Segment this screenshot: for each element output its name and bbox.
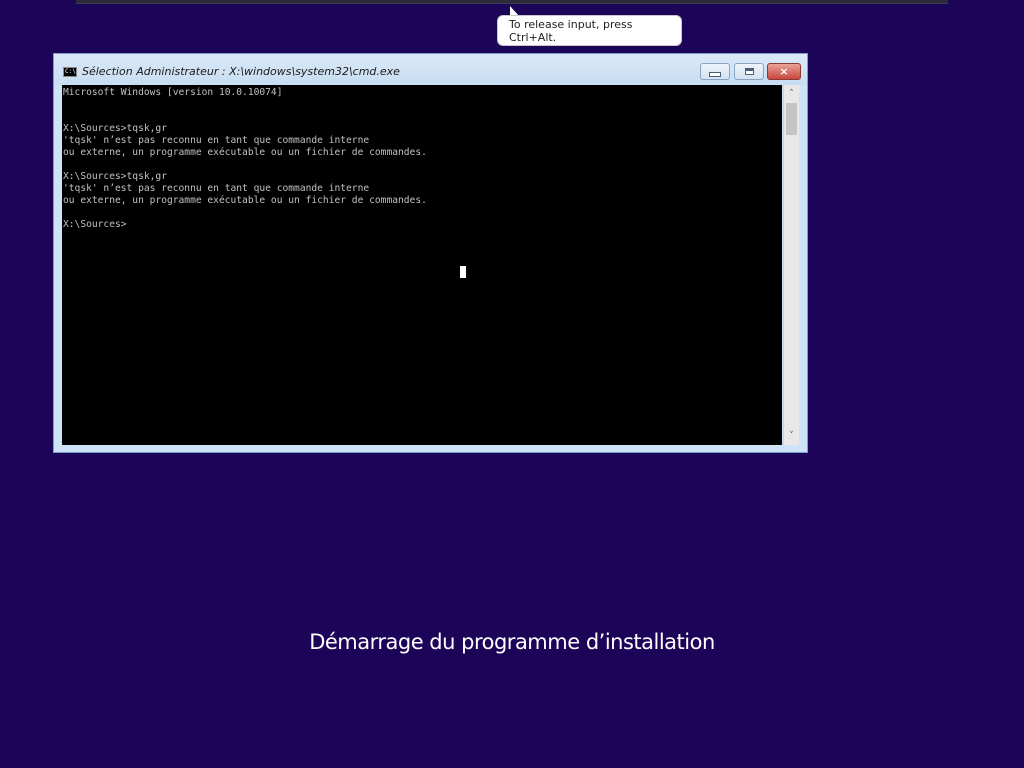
console-output[interactable]: Microsoft Windows [version 10.0.10074] X… xyxy=(62,85,782,445)
setup-desktop: To release input, press Ctrl+Alt. C:\ Sé… xyxy=(0,0,1024,768)
console-line: X:\Sources>tqsk,gr xyxy=(63,171,167,182)
text-cursor xyxy=(460,266,466,278)
scroll-down-icon[interactable]: ˅ xyxy=(784,428,799,444)
release-input-tooltip: To release input, press Ctrl+Alt. xyxy=(497,15,682,46)
vertical-scrollbar[interactable]: ˄ ˅ xyxy=(783,85,799,445)
close-icon: × xyxy=(779,65,789,78)
scroll-thumb[interactable] xyxy=(786,103,797,135)
close-button[interactable]: × xyxy=(767,63,801,80)
window-title: Sélection Administrateur : X:\windows\sy… xyxy=(82,65,400,78)
console-line: 'tqsk' n’est pas reconnu en tant que com… xyxy=(63,183,370,194)
console-line: ou externe, un programme exécutable ou u… xyxy=(63,195,427,206)
console-prompt[interactable]: X:\Sources> xyxy=(63,219,127,231)
maximize-button[interactable] xyxy=(734,63,764,80)
cmd-window[interactable]: C:\ Sélection Administrateur : X:\window… xyxy=(53,53,808,453)
vm-top-bar xyxy=(76,0,948,4)
maximize-icon xyxy=(744,68,754,75)
console-line: X:\Sources>tqsk,gr xyxy=(63,123,167,134)
console-line: Microsoft Windows [version 10.0.10074] xyxy=(63,87,283,98)
console-line: ou externe, un programme exécutable ou u… xyxy=(63,147,427,158)
cmd-icon[interactable]: C:\ xyxy=(63,67,77,77)
setup-status-text: Démarrage du programme d’installation xyxy=(309,630,715,654)
window-titlebar[interactable]: C:\ Sélection Administrateur : X:\window… xyxy=(54,54,807,85)
scroll-up-icon[interactable]: ˄ xyxy=(784,86,799,102)
tooltip-text: To release input, press Ctrl+Alt. xyxy=(509,17,633,44)
console-line: 'tqsk' n’est pas reconnu en tant que com… xyxy=(63,135,370,146)
minimize-button[interactable] xyxy=(700,63,730,80)
minimize-icon xyxy=(709,72,721,77)
